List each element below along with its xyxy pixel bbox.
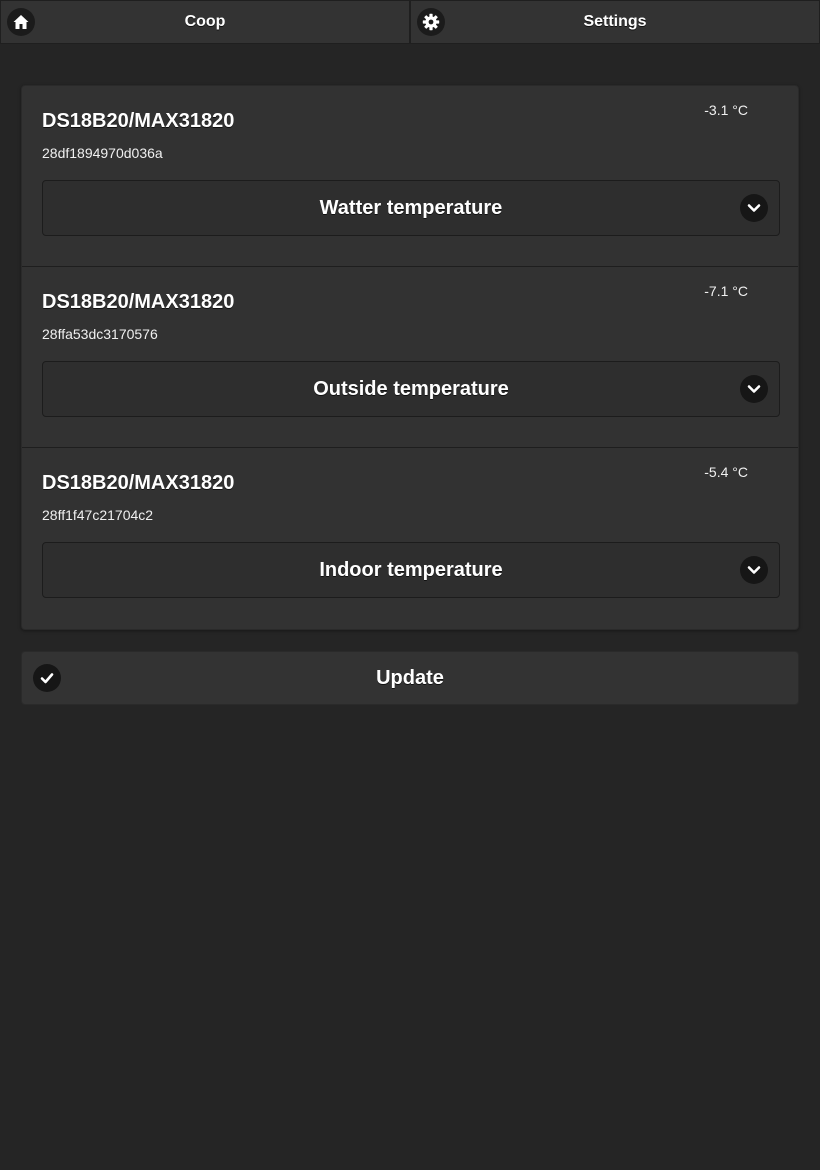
sensor-id: 28ffa53dc3170576	[42, 326, 158, 342]
update-label: Update	[376, 666, 444, 689]
nav-home-button[interactable]: Coop	[0, 0, 410, 44]
check-icon	[33, 664, 61, 692]
chevron-down-icon	[740, 556, 768, 584]
sensor-model: DS18B20/MAX31820	[42, 291, 235, 313]
sensor-temperature: -5.4 °C	[704, 464, 748, 480]
sensor-model: DS18B20/MAX31820	[42, 472, 235, 494]
sensor-item: DS18B20/MAX31820 28ffa53dc3170576 -7.1 °…	[22, 267, 798, 448]
update-button[interactable]: Update	[21, 651, 799, 705]
sensor-list: DS18B20/MAX31820 28df1894970d036a -3.1 °…	[21, 85, 799, 630]
sensor-model: DS18B20/MAX31820	[42, 110, 235, 132]
sensor-temperature: -7.1 °C	[704, 283, 748, 299]
sensor-id: 28df1894970d036a	[42, 145, 163, 161]
sensor-name-label: Outside temperature	[313, 377, 509, 400]
top-navbar: Coop Settings	[0, 0, 820, 44]
chevron-down-icon	[740, 375, 768, 403]
sensor-id: 28ff1f47c21704c2	[42, 507, 154, 523]
sensor-name-select[interactable]: Watter temperature	[42, 180, 780, 236]
gear-icon	[417, 8, 445, 36]
chevron-down-icon	[740, 194, 768, 222]
home-icon	[7, 8, 35, 36]
nav-home-label: Coop	[184, 13, 226, 30]
sensor-item: DS18B20/MAX31820 28ff1f47c21704c2 -5.4 °…	[22, 448, 798, 629]
sensor-name-select[interactable]: Indoor temperature	[42, 542, 780, 598]
nav-settings-label: Settings	[583, 13, 647, 30]
sensor-item: DS18B20/MAX31820 28df1894970d036a -3.1 °…	[22, 86, 798, 267]
sensor-name-select[interactable]: Outside temperature	[42, 361, 780, 417]
sensor-name-label: Watter temperature	[319, 196, 503, 219]
sensor-temperature: -3.1 °C	[704, 102, 748, 118]
sensor-name-label: Indoor temperature	[319, 558, 503, 581]
nav-settings-button[interactable]: Settings	[410, 0, 820, 44]
